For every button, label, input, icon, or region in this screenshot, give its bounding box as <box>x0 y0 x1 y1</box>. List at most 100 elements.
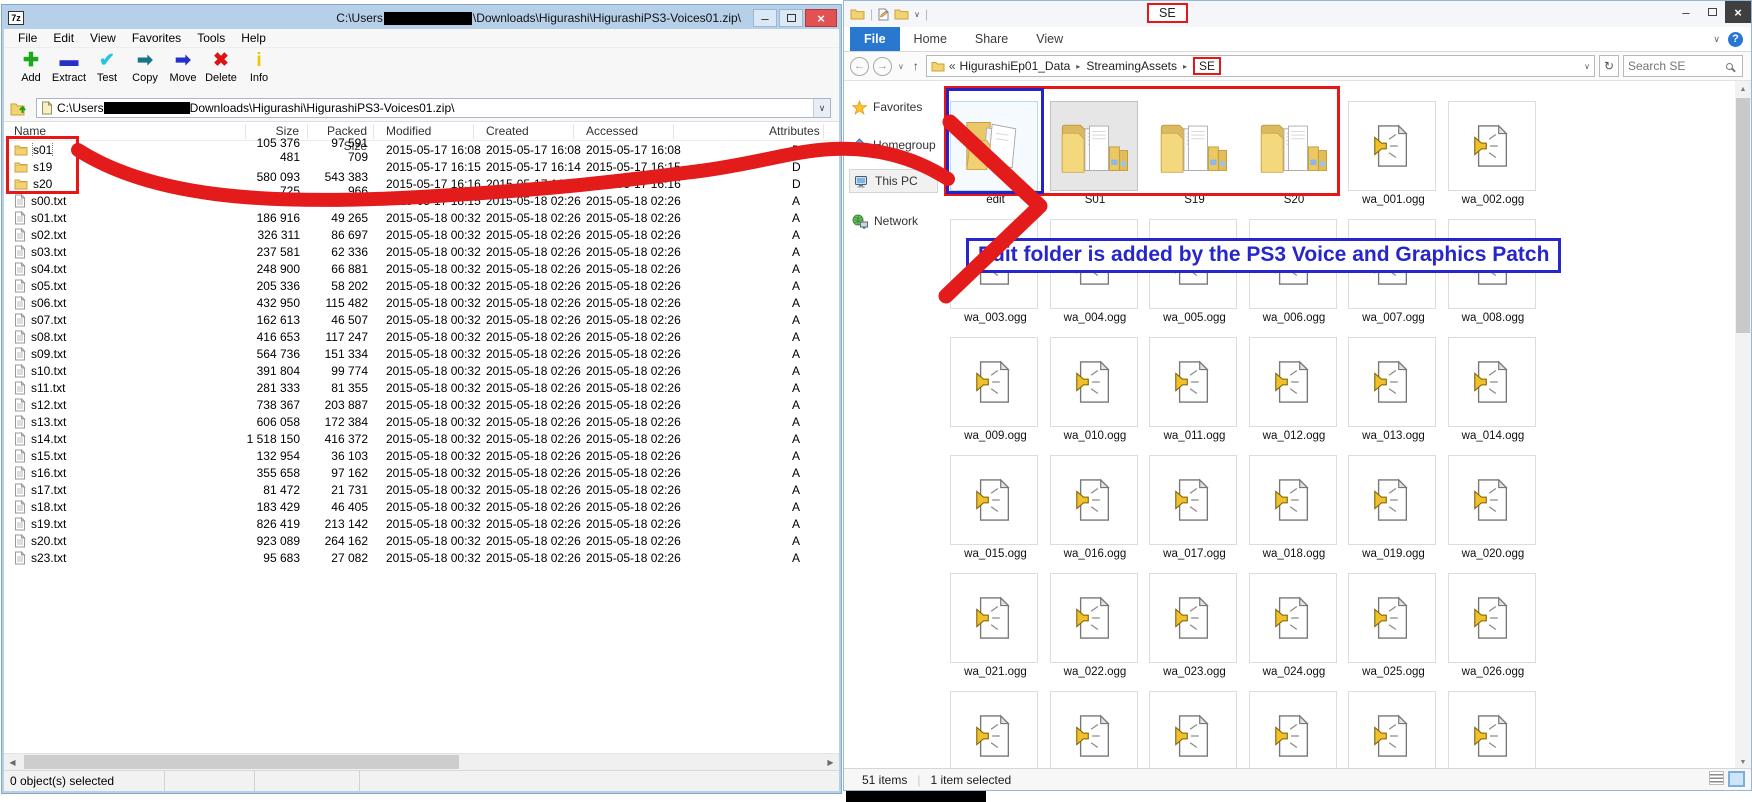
archive-row-s12.txt[interactable]: s12.txt738 367203 8872015-05-18 00:32201… <box>4 396 839 413</box>
archive-row-s01[interactable]: s01105 376 48197 591 7092015-05-17 16:08… <box>4 141 839 158</box>
archive-row-s10.txt[interactable]: s10.txt391 80499 7742015-05-18 00:322015… <box>4 362 839 379</box>
sidebar-item-this-pc[interactable]: This PC <box>849 169 938 193</box>
archive-path-input[interactable]: C:\UsersDownloads\Higurashi\HigurashiPS3… <box>36 98 831 118</box>
horizontal-scrollbar[interactable]: ◀ ▶ <box>4 753 839 770</box>
help-icon[interactable]: ? <box>1728 32 1743 47</box>
archive-row-s18.txt[interactable]: s18.txt183 42946 4052015-05-18 00:322015… <box>4 498 839 515</box>
file-item-wa_014.ogg[interactable]: wa_014.ogg <box>1446 337 1541 442</box>
file-item-wa_022.ogg[interactable]: wa_022.ogg <box>1048 573 1143 678</box>
explorer-titlebar[interactable]: | ∨ | SE – × <box>844 1 1751 27</box>
column-modified[interactable]: Modified <box>374 124 474 139</box>
details-view-icon[interactable] <box>1709 771 1724 785</box>
move-button[interactable]: ➡Move <box>164 50 202 85</box>
vertical-scrollbar[interactable]: ▲ ▼ <box>1735 81 1751 770</box>
file-item-wa_024.ogg[interactable]: wa_024.ogg <box>1247 573 1342 678</box>
maximize-button[interactable] <box>1699 1 1725 23</box>
archive-row-s05.txt[interactable]: s05.txt205 33658 2022015-05-18 00:322015… <box>4 277 839 294</box>
archive-row-s07.txt[interactable]: s07.txt162 61346 5072015-05-18 00:322015… <box>4 311 839 328</box>
archive-row-s23.txt[interactable]: s23.txt95 68327 0822015-05-18 00:322015-… <box>4 549 839 566</box>
archive-row-s03.txt[interactable]: s03.txt237 58162 3362015-05-18 00:322015… <box>4 243 839 260</box>
qat-dropdown-icon[interactable]: ∨ <box>914 10 920 19</box>
file-item-wa_001.ogg[interactable]: wa_001.ogg <box>1346 101 1441 206</box>
delete-button[interactable]: ✖Delete <box>202 50 240 85</box>
archive-row-s02.txt[interactable]: s02.txt326 31186 6972015-05-18 00:322015… <box>4 226 839 243</box>
refresh-button[interactable]: ↻ <box>1599 55 1619 77</box>
scrollbar-thumb[interactable] <box>24 755 459 769</box>
file-item-wa_025.ogg[interactable]: wa_025.ogg <box>1346 573 1441 678</box>
close-button[interactable]: × <box>805 9 837 27</box>
thumbnail-view-icon[interactable] <box>1728 771 1745 787</box>
archive-row-s01.txt[interactable]: s01.txt186 91649 2652015-05-18 00:322015… <box>4 209 839 226</box>
file-item[interactable] <box>1247 691 1342 770</box>
file-item-wa_023.ogg[interactable]: wa_023.ogg <box>1147 573 1242 678</box>
scroll-up-icon[interactable]: ▲ <box>1735 81 1751 97</box>
tab-file[interactable]: File <box>850 27 900 51</box>
breadcrumb-item-se[interactable]: SE <box>1193 57 1221 75</box>
file-item-wa_002.ogg[interactable]: wa_002.ogg <box>1446 101 1541 206</box>
archive-row-s04.txt[interactable]: s04.txt248 90066 8812015-05-18 00:322015… <box>4 260 839 277</box>
scroll-right-icon[interactable]: ▶ <box>822 754 839 770</box>
menu-edit[interactable]: Edit <box>45 31 82 45</box>
7zip-titlebar[interactable]: 7z C:\Users\Downloads\Higurashi\Higurash… <box>4 7 839 29</box>
search-input[interactable] <box>1628 59 1724 73</box>
breadcrumb-item-streamingassets[interactable]: StreamingAssets <box>1086 59 1177 73</box>
archive-row-s15.txt[interactable]: s15.txt132 95436 1032015-05-18 00:322015… <box>4 447 839 464</box>
file-item-wa_013.ogg[interactable]: wa_013.ogg <box>1346 337 1441 442</box>
archive-row-s06.txt[interactable]: s06.txt432 950115 4822015-05-18 00:32201… <box>4 294 839 311</box>
ribbon-expand-icon[interactable]: ∨ <box>1713 34 1720 45</box>
new-folder-icon[interactable] <box>894 8 909 20</box>
file-item-wa_020.ogg[interactable]: wa_020.ogg <box>1446 455 1541 560</box>
history-dropdown-icon[interactable]: ∨ <box>896 62 906 71</box>
info-button[interactable]: iInfo <box>240 50 278 85</box>
back-button[interactable]: ← <box>850 57 869 76</box>
menu-tools[interactable]: Tools <box>189 31 233 45</box>
sidebar-item-favorites[interactable]: Favorites <box>852 95 922 119</box>
file-item-wa_021.ogg[interactable]: wa_021.ogg <box>948 573 1043 678</box>
archive-row-s20.txt[interactable]: s20.txt923 089264 1622015-05-18 00:32201… <box>4 532 839 549</box>
file-item-wa_010.ogg[interactable]: wa_010.ogg <box>1048 337 1143 442</box>
file-item-wa_026.ogg[interactable]: wa_026.ogg <box>1446 573 1541 678</box>
file-item[interactable] <box>1048 691 1143 770</box>
minimize-button[interactable]: – <box>753 9 777 27</box>
file-item-wa_011.ogg[interactable]: wa_011.ogg <box>1147 337 1242 442</box>
file-item[interactable] <box>1346 691 1441 770</box>
file-item-wa_017.ogg[interactable]: wa_017.ogg <box>1147 455 1242 560</box>
test-button[interactable]: ✔Test <box>88 50 126 85</box>
file-item-wa_019.ogg[interactable]: wa_019.ogg <box>1346 455 1441 560</box>
close-button[interactable]: × <box>1725 1 1751 23</box>
scroll-left-icon[interactable]: ◀ <box>4 754 21 770</box>
scrollbar-thumb[interactable] <box>1736 98 1750 333</box>
tab-home[interactable]: Home <box>900 27 961 51</box>
file-item-wa_012.ogg[interactable]: wa_012.ogg <box>1247 337 1342 442</box>
up-button[interactable]: ↑ <box>910 59 922 73</box>
copy-button[interactable]: ➡Copy <box>126 50 164 85</box>
archive-row-s08.txt[interactable]: s08.txt416 653117 2472015-05-18 00:32201… <box>4 328 839 345</box>
archive-row-s20[interactable]: s20580 093 725543 383 9662015-05-17 16:1… <box>4 175 839 192</box>
file-item-wa_018.ogg[interactable]: wa_018.ogg <box>1247 455 1342 560</box>
extract-button[interactable]: ▬Extract <box>50 50 88 85</box>
breadcrumb-item-data[interactable]: HigurashiEp01_Data <box>960 59 1071 73</box>
file-item[interactable] <box>1446 691 1541 770</box>
archive-row-s16.txt[interactable]: s16.txt355 65897 1622015-05-18 00:322015… <box>4 464 839 481</box>
forward-button[interactable]: → <box>873 57 892 76</box>
parent-folder-icon[interactable] <box>10 101 32 116</box>
archive-row-s17.txt[interactable]: s17.txt81 47221 7312015-05-18 00:322015-… <box>4 481 839 498</box>
archive-row-s19.txt[interactable]: s19.txt826 419213 1422015-05-18 00:32201… <box>4 515 839 532</box>
archive-row-s00.txt[interactable]: s00.txt29 6881 5612015-05-17 18:152015-0… <box>4 192 839 209</box>
file-item[interactable] <box>1147 691 1242 770</box>
column-attributes[interactable]: Attributes <box>674 124 824 139</box>
maximize-button[interactable] <box>779 9 803 27</box>
file-item-wa_016.ogg[interactable]: wa_016.ogg <box>1048 455 1143 560</box>
file-item-wa_009.ogg[interactable]: wa_009.ogg <box>948 337 1043 442</box>
menu-file[interactable]: File <box>10 31 45 45</box>
archive-row-s13.txt[interactable]: s13.txt606 058172 3842015-05-18 00:32201… <box>4 413 839 430</box>
menu-view[interactable]: View <box>82 31 124 45</box>
menu-help[interactable]: Help <box>233 31 274 45</box>
sidebar-item-homegroup[interactable]: Homegroup <box>852 133 936 157</box>
file-item[interactable] <box>948 691 1043 770</box>
column-accessed[interactable]: Accessed <box>574 124 674 139</box>
menu-favorites[interactable]: Favorites <box>124 31 189 45</box>
folder-icon[interactable] <box>850 8 865 20</box>
archive-row-s14.txt[interactable]: s14.txt1 518 150416 3722015-05-18 00:322… <box>4 430 839 447</box>
properties-icon[interactable] <box>878 8 889 21</box>
